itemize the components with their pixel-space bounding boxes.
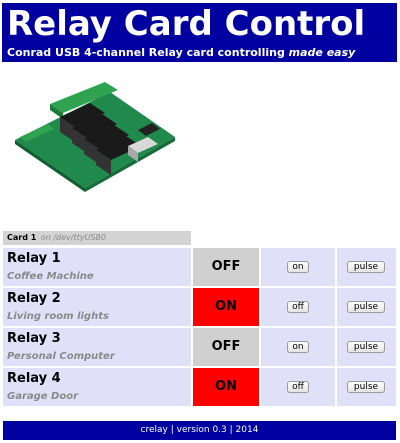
relay-name: Relay 3: [7, 331, 61, 346]
card-name: Card 1: [7, 233, 37, 242]
page-title: Relay Card Control: [7, 4, 366, 44]
off-button[interactable]: off: [287, 301, 309, 313]
pulse-button[interactable]: pulse: [347, 341, 385, 353]
card-caption: Card 1 on /dev/ttyUSB0: [3, 231, 191, 245]
relay-name: Relay 1: [7, 251, 61, 266]
on-button[interactable]: on: [287, 261, 309, 273]
page-header: Relay Card Control Conrad USB 4-channel …: [2, 3, 397, 62]
on-button[interactable]: on: [287, 341, 309, 353]
relay-description: Garage Door: [7, 391, 79, 402]
relay-name: Relay 4: [7, 371, 61, 386]
relay-name: Relay 2: [7, 291, 61, 306]
relay-info: Relay 4 Garage Door: [3, 368, 191, 406]
off-button[interactable]: off: [287, 381, 309, 393]
relay-row: Relay 2 Living room lights ON off pulse: [3, 288, 396, 326]
toggle-cell: on: [261, 328, 335, 366]
page-subtitle: Conrad USB 4-channel Relay card controll…: [7, 46, 355, 59]
pulse-cell: pulse: [337, 288, 396, 326]
subtitle-text: Conrad USB 4-channel Relay card controll…: [7, 46, 289, 59]
footer-text: crelay | version 0.3 | 2014: [140, 425, 259, 435]
pulse-button[interactable]: pulse: [347, 381, 385, 393]
relay-info: Relay 1 Coffee Machine: [3, 248, 191, 286]
toggle-cell: on: [261, 248, 335, 286]
relay-row: Relay 4 Garage Door ON off pulse: [3, 368, 396, 406]
relay-description: Personal Computer: [7, 351, 115, 362]
relay-state: OFF: [193, 328, 259, 366]
relay-board-image: [15, 82, 175, 192]
pulse-cell: pulse: [337, 368, 396, 406]
relay-info: Relay 3 Personal Computer: [3, 328, 191, 366]
toggle-cell: off: [261, 368, 335, 406]
subtitle-emphasis: made easy: [288, 46, 356, 59]
relay-state: OFF: [193, 248, 259, 286]
pulse-cell: pulse: [337, 328, 396, 366]
pulse-button[interactable]: pulse: [347, 261, 385, 273]
relay-state: ON: [193, 368, 259, 406]
relay-info: Relay 2 Living room lights: [3, 288, 191, 326]
page-footer: crelay | version 0.3 | 2014: [3, 421, 396, 440]
pulse-button[interactable]: pulse: [347, 301, 385, 313]
relay-state: ON: [193, 288, 259, 326]
relay-description: Living room lights: [7, 311, 109, 322]
relay-row: Relay 1 Coffee Machine OFF on pulse: [3, 248, 396, 286]
relay-row: Relay 3 Personal Computer OFF on pulse: [3, 328, 396, 366]
pulse-cell: pulse: [337, 248, 396, 286]
toggle-cell: off: [261, 288, 335, 326]
relay-description: Coffee Machine: [7, 271, 94, 282]
card-device: on /dev/ttyUSB0: [40, 233, 106, 242]
